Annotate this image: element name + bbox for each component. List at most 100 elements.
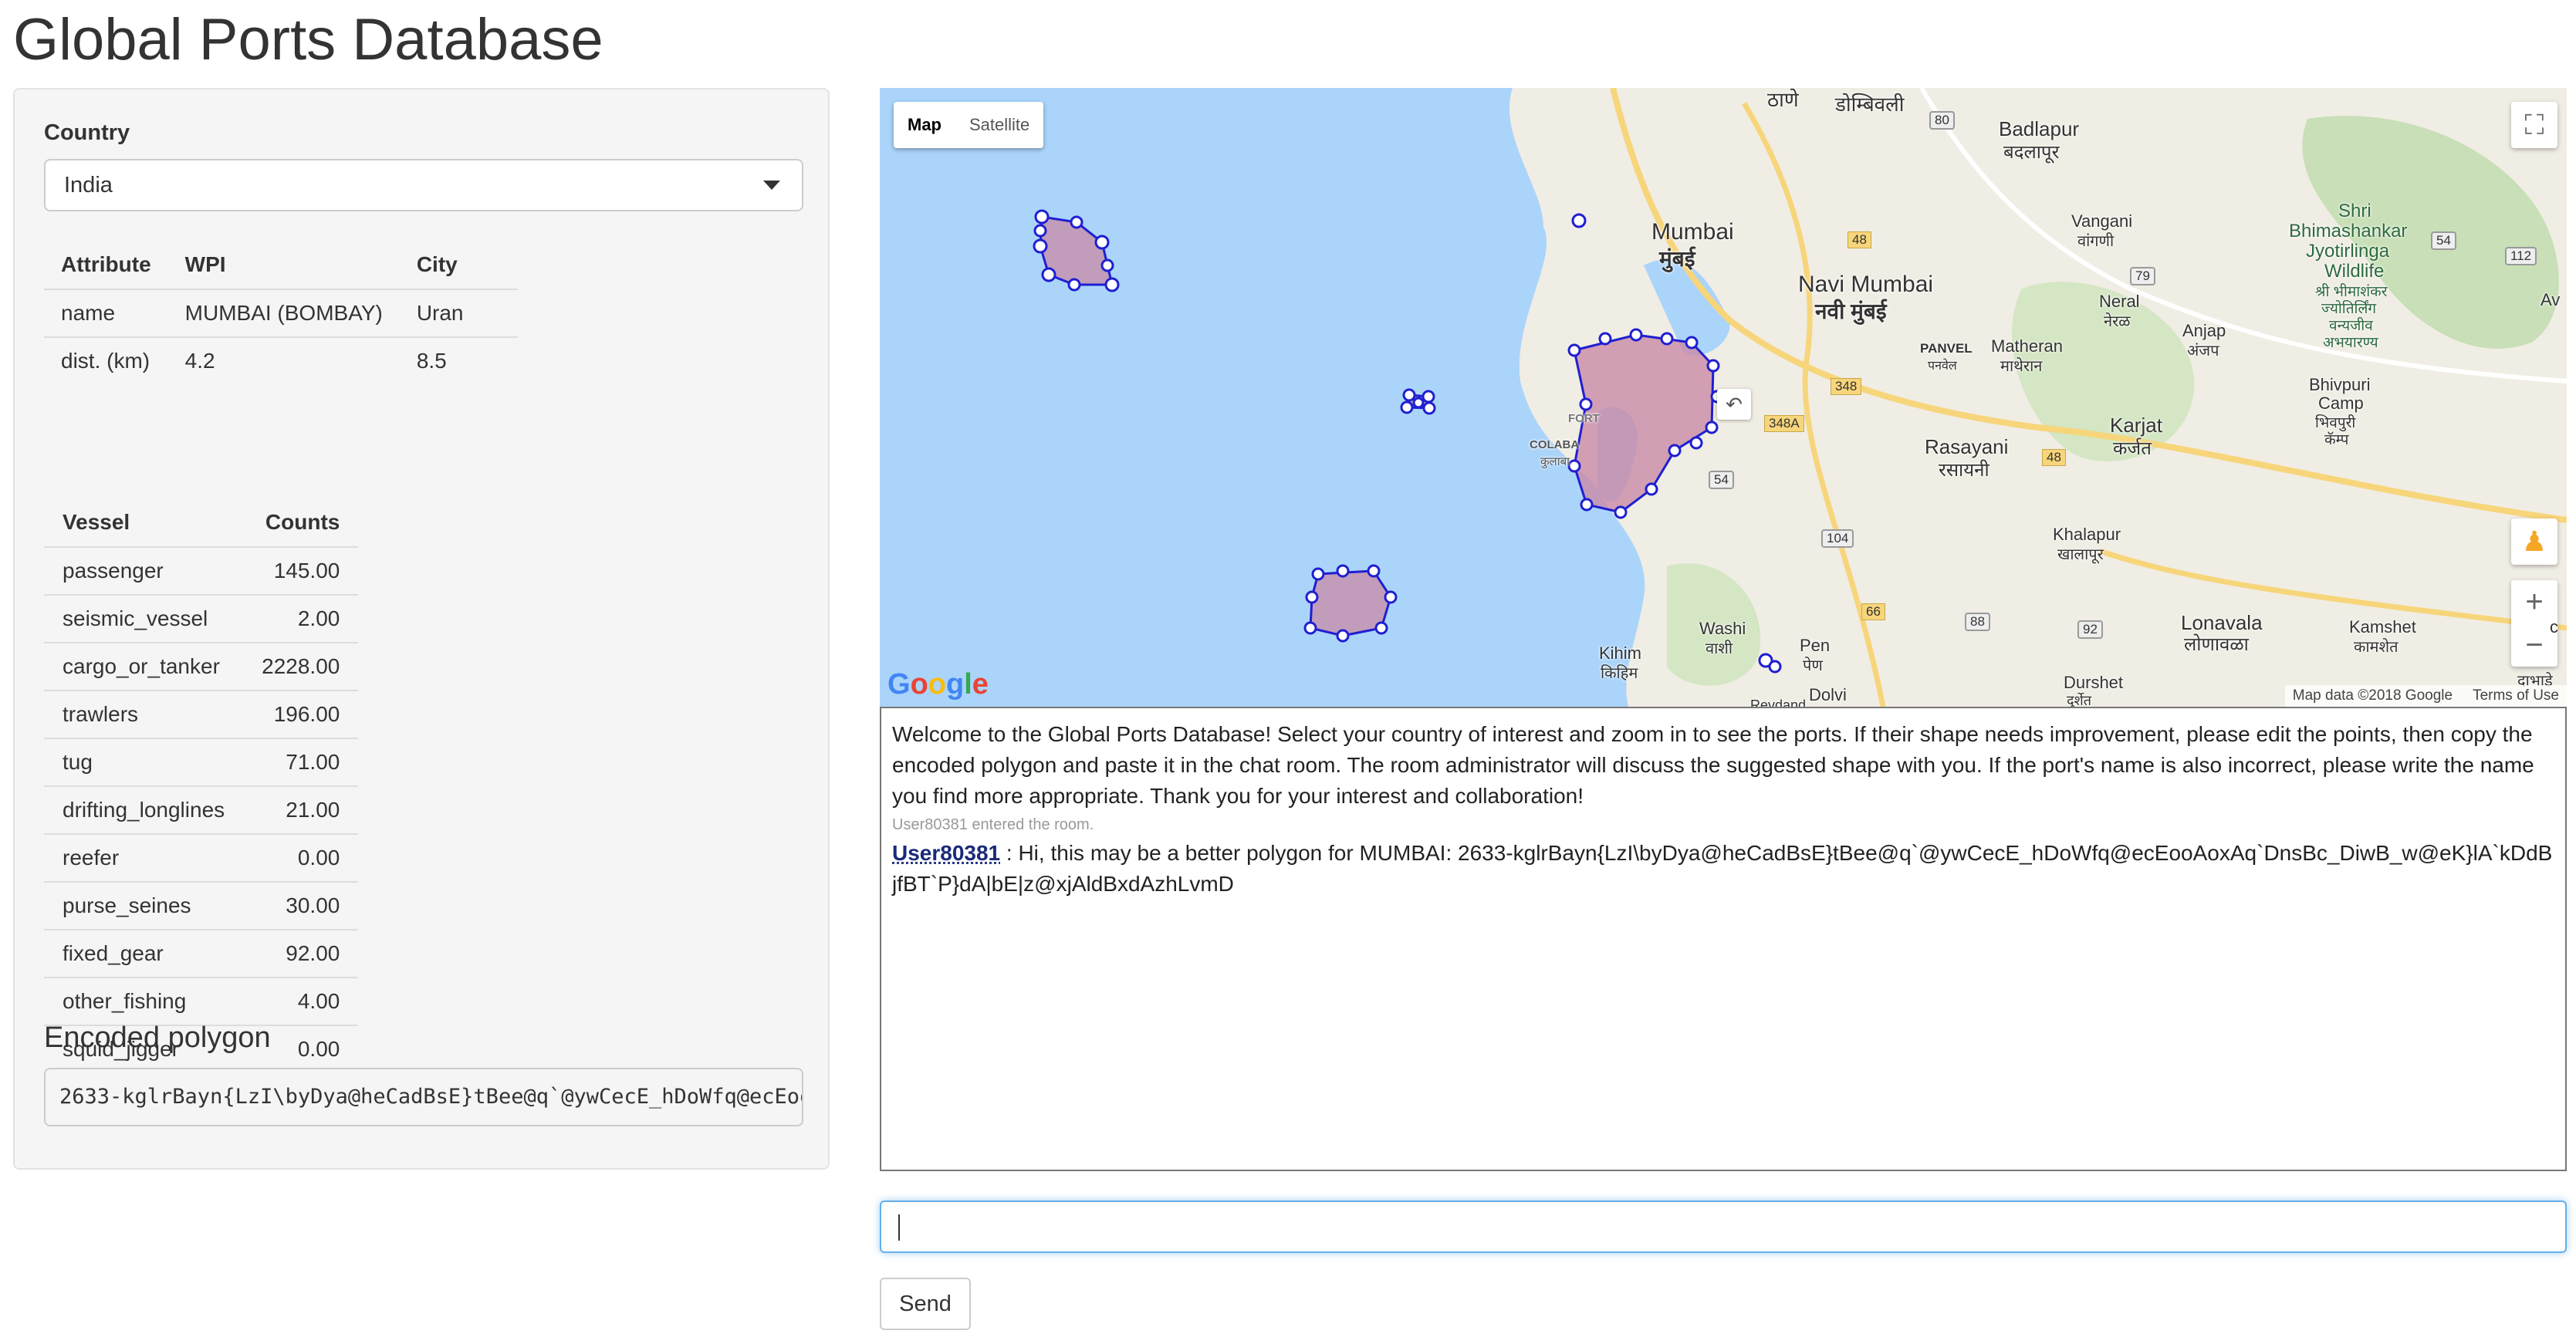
table-cell: MUMBAI (BOMBAY)	[167, 289, 400, 337]
table-cell: 196.00	[243, 690, 359, 738]
table-row: fixed_gear 92.00	[44, 929, 359, 978]
map-type-map-button[interactable]: Map	[894, 102, 955, 148]
table-row: name MUMBAI (BOMBAY) Uran	[44, 289, 518, 337]
table-row: cargo_or_tanker 2228.00	[44, 642, 359, 691]
place-label: Camp	[2318, 393, 2364, 413]
table-cell: 30.00	[243, 881, 359, 930]
table-header: WPI	[184, 252, 226, 276]
road-shield: 80	[1929, 111, 1955, 130]
table-row: seismic_vessel 2.00	[44, 594, 359, 643]
encoded-polygon-title: Encoded polygon	[44, 1022, 271, 1054]
sidebar-panel: Country India Attribute WPI City name MU…	[13, 88, 830, 1170]
place-label: c	[2550, 617, 2558, 637]
place-label: माथेरान	[2000, 358, 2043, 375]
place-label: रसायनी	[1939, 460, 1989, 481]
map-view[interactable]: Map Satellite ⛶ ↶ ♟ + − Mumbai मुंबई Nav…	[880, 88, 2567, 707]
place-label: अंजप	[2187, 343, 2219, 360]
map-type-control: Map Satellite	[894, 102, 1044, 148]
place-label: मुंबई	[1659, 247, 1695, 271]
table-cell: seismic_vessel	[44, 594, 244, 643]
table-row: other_fishing 4.00	[44, 977, 359, 1025]
road-shield: 92	[2077, 620, 2103, 639]
place-label: खालापूर	[2057, 546, 2104, 563]
place-label: Shri	[2338, 201, 2371, 221]
place-label: वाशी	[1706, 640, 1733, 657]
table-cell: trawlers	[44, 690, 244, 738]
place-label: अभयारण्य	[2323, 335, 2378, 351]
place-label: पनवेल	[1928, 360, 1957, 373]
place-label: नवी मुंबई	[1815, 299, 1887, 323]
place-label: Karjat	[2110, 414, 2162, 437]
table-cell: other_fishing	[44, 977, 244, 1025]
road-shield: 54	[2431, 231, 2456, 250]
table-cell: 4.2	[167, 336, 400, 384]
place-label: COLABA	[1530, 438, 1580, 451]
map-type-satellite-button[interactable]: Satellite	[955, 102, 1043, 148]
place-label: Khalapur	[2053, 525, 2121, 544]
table-header: Counts	[265, 510, 340, 534]
terms-of-use-link[interactable]: Terms of Use	[2473, 685, 2559, 707]
table-cell: tug	[44, 738, 244, 786]
table-cell: passenger	[44, 546, 244, 595]
place-label: Kamshet	[2349, 617, 2416, 637]
country-select-value: India	[64, 173, 113, 198]
place-label: Matheran	[1991, 336, 2063, 356]
chevron-down-icon	[763, 181, 780, 190]
table-cell: purse_seines	[44, 881, 244, 930]
undo-icon[interactable]: ↶	[1717, 389, 1751, 420]
chat-log[interactable]: Welcome to the Global Ports Database! Se…	[880, 707, 2567, 1171]
place-label: वांगणी	[2077, 233, 2115, 250]
road-shield: 48	[1847, 231, 1871, 248]
table-cell: 8.5	[399, 336, 518, 384]
place-label: पेण	[1803, 657, 1823, 674]
table-cell: dist. (km)	[44, 336, 168, 384]
road-shield: 104	[1821, 529, 1854, 548]
fullscreen-icon[interactable]: ⛶	[2511, 102, 2557, 148]
place-label: Badlapur	[1999, 117, 2080, 140]
table-row: tug 71.00	[44, 738, 359, 786]
place-label: Pen	[1800, 636, 1831, 655]
place-label: किहिम	[1601, 665, 1638, 682]
place-label: लोणावळा	[2184, 634, 2249, 655]
table-cell: 2228.00	[243, 642, 359, 691]
place-label: Wildlife	[2324, 261, 2385, 282]
encoded-polygon-field[interactable]: 2633-kglrBayn{LzI\byDya@heCadBsE}tBee@q`…	[44, 1068, 803, 1126]
road-shield: 48	[2042, 449, 2066, 466]
table-cell: 145.00	[243, 546, 359, 595]
place-label: Durshet	[2064, 673, 2124, 692]
country-select[interactable]: India	[44, 159, 803, 211]
table-cell: 0.00	[243, 833, 359, 882]
road-shield: 66	[1861, 603, 1885, 620]
chat-message: User80381 : Hi, this may be a better pol…	[892, 838, 2554, 900]
country-label: Country	[44, 120, 130, 145]
send-button[interactable]: Send	[880, 1278, 971, 1330]
place-label: PANVEL	[1920, 341, 1973, 356]
place-label: Bhivpuri	[2309, 375, 2371, 394]
street-view-pegman-icon[interactable]: ♟	[2511, 518, 2557, 565]
table-cell: 4.00	[243, 977, 359, 1025]
road-shield: 88	[1965, 613, 1990, 631]
google-logo: Google	[887, 668, 989, 701]
chat-username[interactable]: User80381	[892, 841, 1000, 865]
place-label: Vangani	[2071, 211, 2133, 231]
place-label: Av	[2541, 290, 2561, 309]
table-header: City	[416, 252, 458, 276]
place-label: Jyotirlinga	[2306, 241, 2390, 262]
table-cell: cargo_or_tanker	[44, 642, 244, 691]
page-title: Global Ports Database	[13, 7, 603, 73]
chat-message-text: : Hi, this may be a better polygon for M…	[892, 841, 2553, 896]
chat-message-input[interactable]	[880, 1200, 2567, 1253]
place-label: कॅम्प	[2324, 432, 2349, 448]
road-shield: 348	[1831, 378, 1862, 395]
place-label: Mumbai	[1651, 219, 1734, 245]
vessel-table: Vessel Counts passenger 145.00 seismic_ve…	[44, 498, 359, 1072]
place-label: डोम्बिवली	[1835, 93, 1905, 116]
road-shield: 79	[2130, 267, 2155, 285]
place-label: कर्जत	[2113, 438, 2152, 459]
table-cell: 21.00	[243, 785, 359, 834]
map-data-attribution: Map data ©2018 Google	[2292, 687, 2453, 704]
place-label: बदलापूर	[2003, 142, 2060, 163]
place-label: Revdand	[1750, 697, 1807, 707]
table-header: Attribute	[61, 252, 151, 276]
road-shield: 112	[2505, 247, 2537, 265]
